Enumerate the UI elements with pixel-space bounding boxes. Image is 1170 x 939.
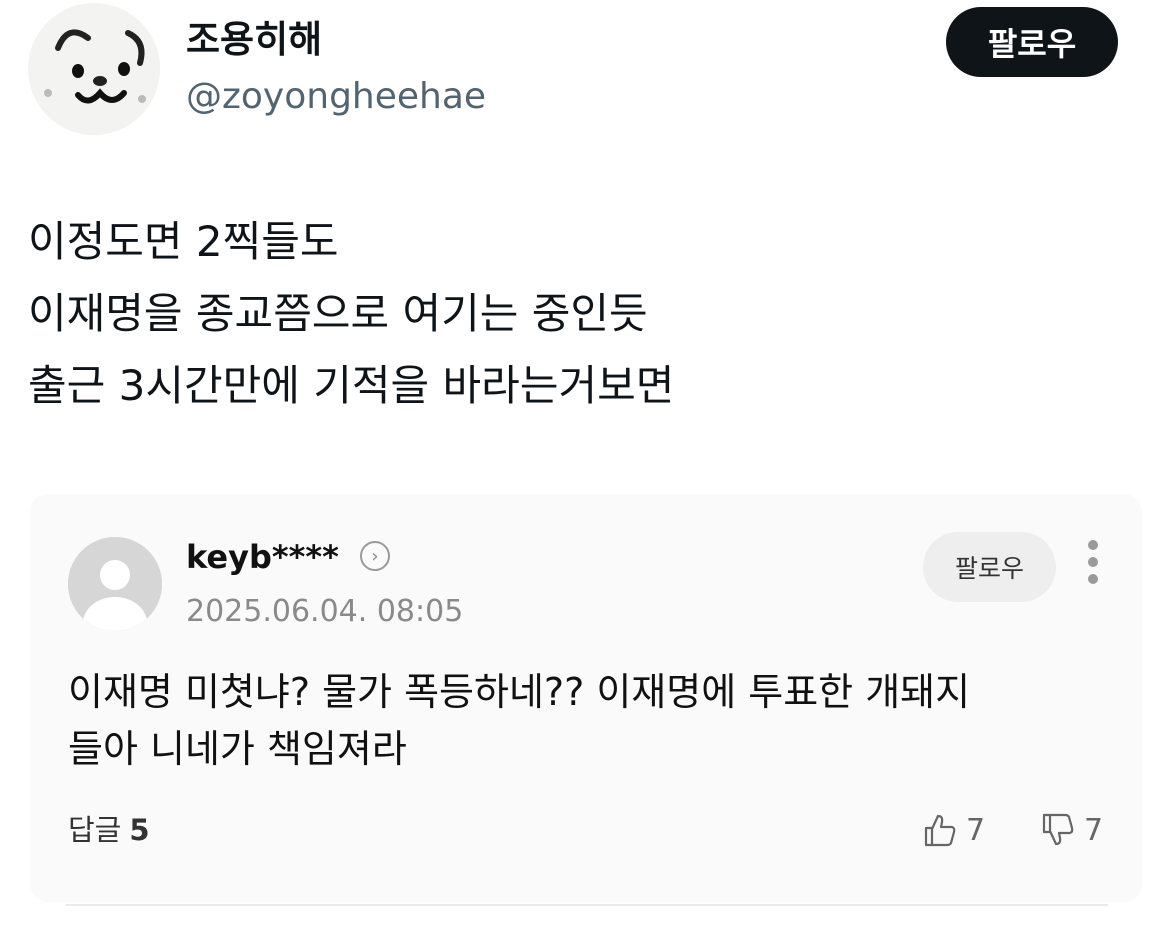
reply-number: 5 (129, 813, 150, 847)
commenter-username[interactable]: keyb**** (186, 536, 339, 578)
comment-timestamp: 2025.06.04. 08:05 (186, 594, 464, 629)
comment-follow-button[interactable]: 팔로우 (923, 532, 1056, 602)
comment-text-line: 이재명 미쳣냐? 물가 폭등하네?? 이재명에 투표한 개돼지 (68, 670, 971, 714)
dislike-button[interactable]: 7 (1040, 808, 1103, 852)
display-name[interactable]: 조용히해 (186, 16, 322, 64)
comment-text-line: 들아 니네가 책임져라 (68, 727, 407, 771)
dislike-count: 7 (1084, 812, 1104, 848)
like-count: 7 (966, 812, 986, 848)
post-text-line: 출근 3시간만에 기적을 바라는거보면 (28, 361, 675, 410)
more-vertical-icon[interactable] (1085, 540, 1101, 588)
user-handle[interactable]: @zoyongheehae (186, 74, 486, 120)
thumbs-up-icon (924, 814, 956, 847)
chevron-right-icon[interactable]: › (360, 541, 390, 571)
post-text-line: 이재명을 종교쯤으로 여기는 중인듯 (28, 289, 648, 338)
divider (66, 904, 1108, 906)
reply-count[interactable]: 답글 5 (68, 810, 150, 850)
follow-button[interactable]: 팔로우 (946, 7, 1118, 77)
thumbs-down-icon (1042, 813, 1074, 846)
commenter-avatar[interactable] (68, 537, 162, 631)
cat-face-icon (28, 3, 160, 135)
default-user-icon (68, 537, 162, 631)
like-button[interactable]: 7 (922, 808, 985, 852)
post-text-line: 이정도면 2찍들도 (28, 217, 339, 266)
profile-avatar[interactable] (28, 3, 160, 135)
reply-label: 답글 (68, 813, 122, 847)
